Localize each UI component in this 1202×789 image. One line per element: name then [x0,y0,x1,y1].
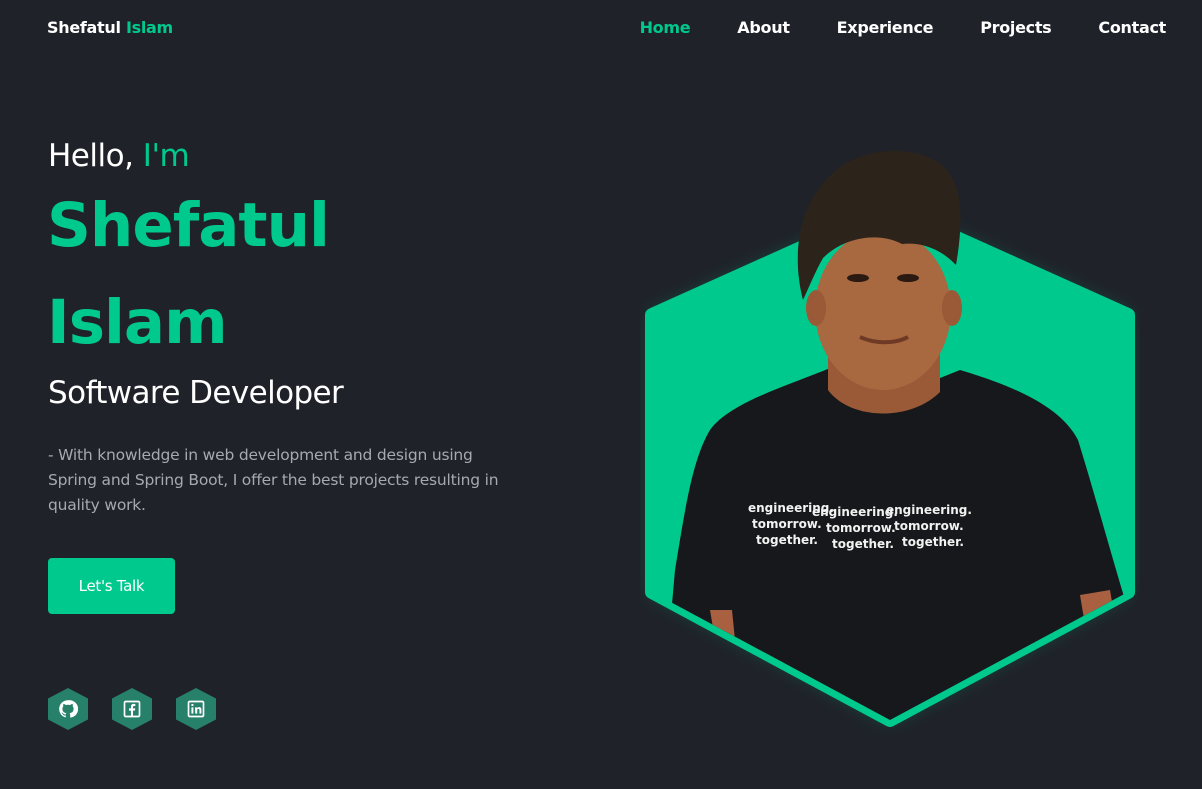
nav-projects[interactable]: Projects [980,18,1052,37]
linkedin-icon [187,700,205,718]
linkedin-link[interactable] [176,688,216,730]
hero-greeting: Hello, I'm [48,138,190,174]
shirt-text-9: together. [902,535,964,549]
shirt-text-2: tomorrow. [752,517,822,531]
hero-name-first: Shefatul [47,190,330,261]
nav-contact[interactable]: Contact [1098,18,1166,37]
nav-experience[interactable]: Experience [837,18,934,37]
brand-first-name: Shefatul [47,18,121,37]
facebook-icon [123,700,141,718]
shirt-text-5: tomorrow. [826,521,896,535]
lets-talk-button[interactable]: Let's Talk [48,558,175,614]
nav-about[interactable]: About [737,18,790,37]
main-nav: Home About Experience Projects Contact [593,18,1167,37]
brand-logo[interactable]: Shefatul Islam [47,18,173,37]
github-link[interactable] [48,688,88,730]
github-icon [59,700,78,718]
greeting-text: Hello, [48,138,134,174]
brand-last-name: Islam [125,18,173,37]
hero-role: Software Developer [48,375,344,411]
shirt-text-7: engineering. [886,503,972,517]
social-links [48,688,240,730]
shirt-text-3: together. [756,533,818,547]
shirt-text-8: tomorrow. [894,519,964,533]
nav-home[interactable]: Home [640,18,691,37]
facebook-link[interactable] [112,688,152,730]
shirt-text-6: together. [832,537,894,551]
hero-name-last: Islam [47,287,228,358]
hero-portrait: engineering. tomorrow. together. enginee… [645,150,1135,727]
hero-description: - With knowledge in web development and … [48,446,499,514]
greeting-accent: I'm [142,138,190,174]
